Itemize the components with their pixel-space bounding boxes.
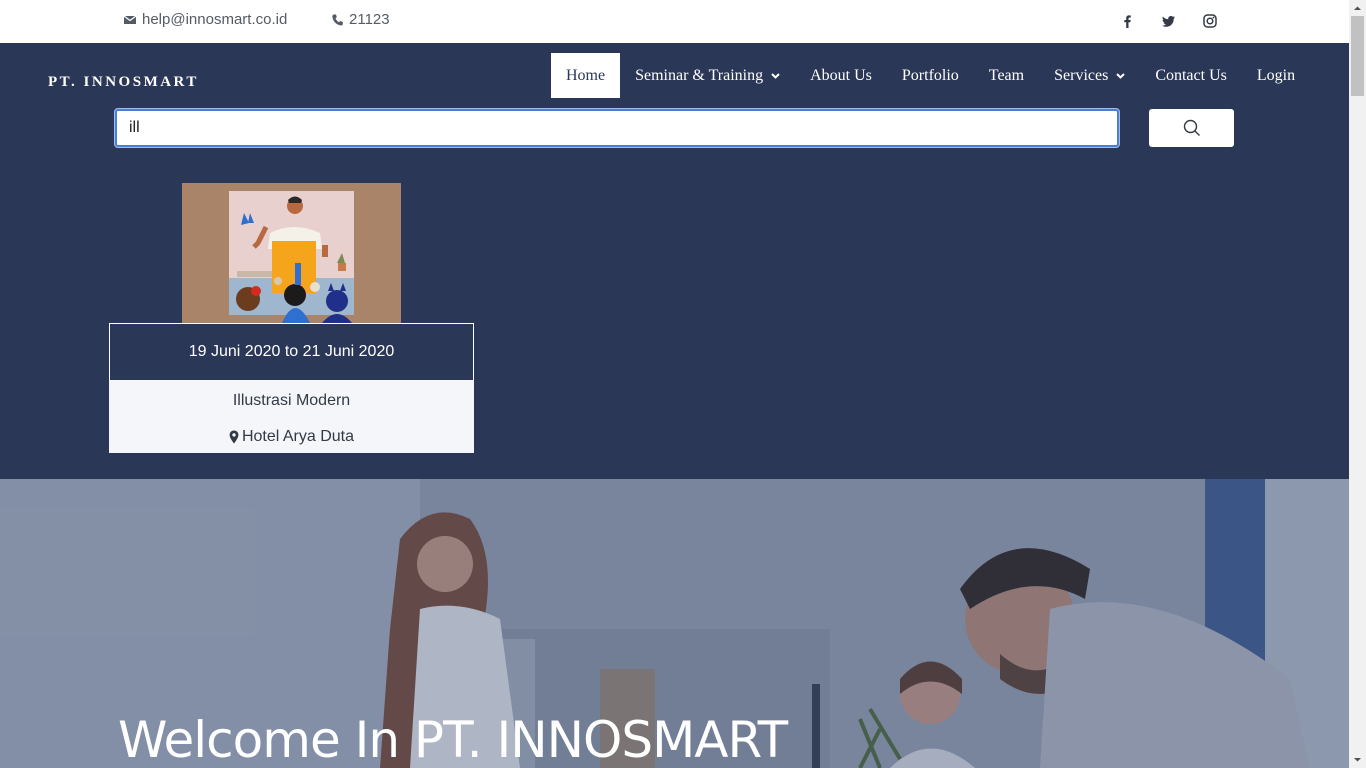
nav-about-us-label: About Us [810,66,872,84]
mail-icon [124,15,136,24]
instagram-icon [1203,14,1217,28]
hero-banner: Welcome In PT. INNOSMART [0,479,1349,768]
hero-title: Welcome In PT. INNOSMART [118,711,788,768]
twitter-link[interactable] [1158,11,1178,31]
email-text: help@innosmart.co.id [142,11,288,28]
chevron-down-icon [771,72,780,79]
site-header: PT. INNOSMART Home Seminar & Training Ab… [0,43,1349,479]
map-marker-icon [229,430,239,444]
event-location-text: Hotel Arya Duta [241,428,355,445]
event-illustration [182,183,401,323]
brand-logo[interactable]: PT. INNOSMART [48,74,199,91]
nav-portfolio-label: Portfolio [901,66,959,84]
twitter-icon [1161,15,1175,27]
phone-icon [332,14,343,26]
event-thumbnail[interactable] [182,183,401,323]
nav-services[interactable]: Services [1039,53,1140,98]
event-card-body[interactable]: Illustrasi Modern Hotel Arya Duta [109,380,474,453]
phone-text: 21123 [349,11,390,28]
contact-phone[interactable]: 21123 [332,11,390,28]
main-nav: Home Seminar & Training About Us Portfol… [551,53,1310,98]
nav-contact-us[interactable]: Contact Us [1140,53,1242,98]
nav-login-label: Login [1256,66,1296,84]
scrollbar-thumb[interactable] [1351,16,1364,96]
nav-portfolio[interactable]: Portfolio [887,53,974,98]
chevron-down-icon [1116,72,1126,79]
event-date: 19 Juni 2020 to 21 Juni 2020 [109,323,474,380]
contact-email[interactable]: help@innosmart.co.id [124,11,287,28]
nav-services-label: Services [1054,66,1109,84]
nav-team-label: Team [988,66,1025,84]
nav-about-us[interactable]: About Us [795,53,887,98]
page-scrollbar[interactable] [1349,0,1366,768]
nav-home[interactable]: Home [551,53,621,98]
search-input[interactable] [115,109,1119,147]
instagram-link[interactable] [1200,11,1220,31]
top-contact-bar: help@innosmart.co.id 21123 [0,0,1349,43]
nav-team[interactable]: Team [974,53,1039,98]
nav-seminar-training[interactable]: Seminar & Training [620,53,795,98]
event-location: Hotel Arya Duta [109,428,474,446]
nav-login[interactable]: Login [1242,53,1310,98]
nav-home-label: Home [566,66,606,84]
scroll-down-arrow-icon[interactable] [1353,755,1362,764]
search-button[interactable] [1149,109,1234,147]
facebook-icon [1123,14,1131,28]
nav-seminar-training-label: Seminar & Training [635,66,764,84]
search-icon [1183,119,1200,136]
facebook-link[interactable] [1117,11,1137,31]
event-title: Illustrasi Modern [232,392,351,409]
scroll-up-arrow-icon[interactable] [1353,4,1362,13]
nav-contact-us-label: Contact Us [1155,66,1227,84]
